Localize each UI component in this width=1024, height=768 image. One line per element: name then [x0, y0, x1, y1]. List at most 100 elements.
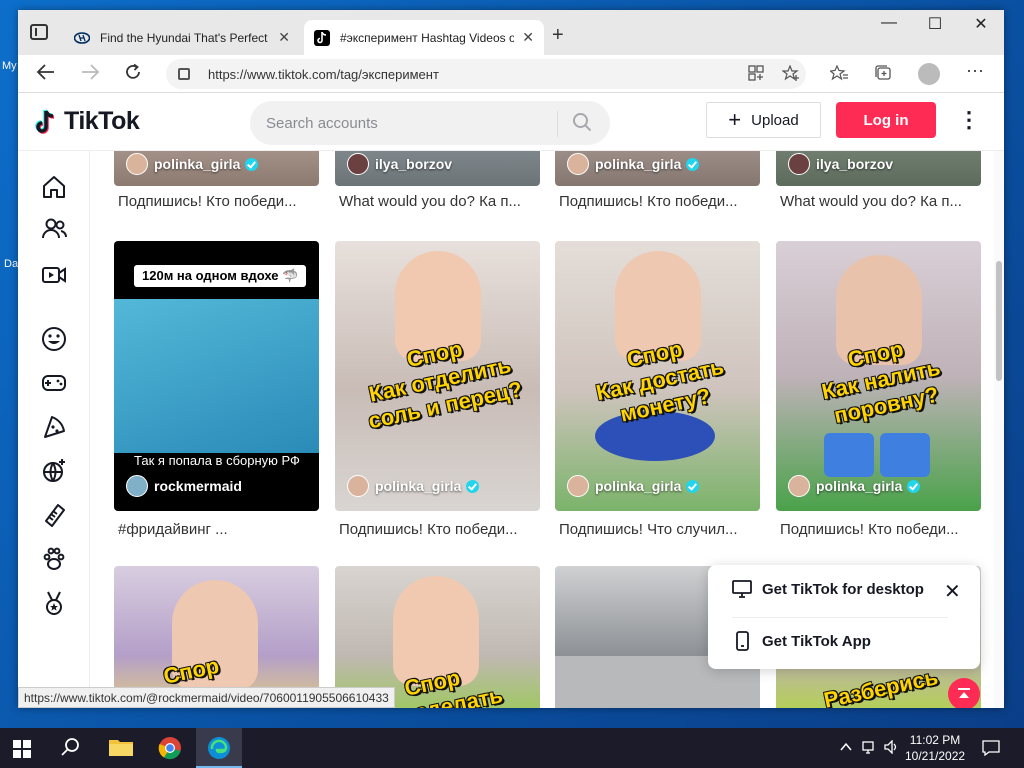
- search-icon[interactable]: [572, 112, 592, 132]
- search-input[interactable]: Search accounts: [250, 101, 610, 145]
- login-button[interactable]: Log in: [836, 102, 936, 138]
- new-tab-button[interactable]: +: [552, 24, 564, 47]
- edge-taskbar-button[interactable]: [196, 728, 242, 768]
- video-author[interactable]: polinka_girla: [126, 153, 259, 175]
- home-icon[interactable]: [40, 173, 68, 201]
- glass-image: [824, 433, 874, 477]
- chrome-icon[interactable]: [158, 736, 184, 762]
- tab-bar: Find the Hyundai That's Perfect F ✕ #экс…: [18, 10, 1004, 55]
- verified-icon: [245, 157, 259, 171]
- video-caption[interactable]: Подпишись! Кто победи...: [780, 521, 980, 538]
- video-author[interactable]: polinka_girla: [567, 475, 700, 497]
- url-field[interactable]: https://www.tiktok.com/tag/эксперимент: [166, 59, 806, 89]
- scrollbar-thumb[interactable]: [996, 261, 1002, 381]
- video-thumbnail[interactable]: Спор Как достать монету? polinka_girla: [555, 241, 760, 511]
- food-icon[interactable]: [40, 413, 68, 441]
- search-icon[interactable]: [60, 736, 86, 762]
- video-thumbnail[interactable]: 120м на одном вдохе 🦈 Так я попала в сбо…: [114, 241, 319, 511]
- clock[interactable]: 11:02 PM 10/21/2022: [905, 732, 965, 764]
- scrollbar[interactable]: [994, 151, 1004, 708]
- browser-window: Find the Hyundai That's Perfect F ✕ #экс…: [18, 10, 1004, 708]
- tab-close-button[interactable]: ✕: [278, 29, 290, 46]
- avatar: [788, 475, 810, 497]
- avatar: [126, 153, 148, 175]
- arrow-up-icon: [958, 688, 970, 698]
- profile-avatar[interactable]: [918, 63, 940, 85]
- video-caption[interactable]: Подпишись! Кто победи...: [118, 193, 318, 210]
- plus-icon: +: [728, 107, 742, 132]
- upload-button[interactable]: + Upload: [706, 102, 821, 138]
- collections-icon[interactable]: [874, 65, 892, 85]
- get-app-label: Get TikTok App: [762, 632, 871, 650]
- video-caption[interactable]: Подпишись! Что случил...: [559, 521, 759, 538]
- comedy-icon[interactable]: [40, 325, 68, 353]
- maximize-button[interactable]: ☐: [912, 14, 958, 34]
- popup-close-button[interactable]: ✕: [944, 579, 961, 604]
- author-name: ilya_borzov: [375, 156, 453, 172]
- live-icon[interactable]: [40, 261, 68, 289]
- video-caption[interactable]: #фридайвинг ...: [118, 521, 318, 538]
- video-author[interactable]: ilya_borzov: [347, 153, 452, 175]
- search-divider: [557, 111, 558, 137]
- video-author[interactable]: rockmermaid: [126, 475, 242, 497]
- video-thumbnail[interactable]: Спор Как отделить соль и перец? polinka_…: [335, 241, 540, 511]
- video-caption[interactable]: What would you do? Ка п...: [339, 193, 539, 210]
- verified-icon: [686, 479, 700, 493]
- animals-icon[interactable]: [40, 545, 68, 573]
- avatar: [567, 153, 589, 175]
- tiktok-favicon-icon: [314, 29, 330, 46]
- favorites-icon[interactable]: [829, 64, 848, 85]
- phone-icon: [732, 631, 752, 651]
- video-author[interactable]: polinka_girla: [788, 475, 921, 497]
- video-author[interactable]: polinka_girla: [567, 153, 700, 175]
- file-explorer-icon[interactable]: [108, 736, 134, 762]
- video-caption[interactable]: Подпишись! Кто победи...: [559, 193, 759, 210]
- tab-actions-icon[interactable]: [30, 24, 48, 40]
- video-caption[interactable]: Подпишись! Кто победи...: [339, 521, 539, 538]
- network-icon[interactable]: [862, 740, 878, 757]
- notification-icon[interactable]: [982, 740, 1000, 759]
- author-name: polinka_girla: [375, 478, 462, 494]
- verified-icon: [466, 479, 480, 493]
- hyundai-favicon-icon: [74, 30, 90, 46]
- tab-title: Find the Hyundai That's Perfect F: [100, 30, 271, 45]
- avatar: [126, 475, 148, 497]
- forward-arrow-icon[interactable]: [80, 63, 100, 86]
- video-caption[interactable]: What would you do? Ка п...: [780, 193, 980, 210]
- lock-icon[interactable]: [178, 68, 190, 80]
- tab-tiktok[interactable]: #эксперимент Hashtag Videos o ✕: [304, 20, 544, 55]
- avatar: [567, 475, 589, 497]
- refresh-icon[interactable]: [124, 63, 142, 86]
- tab-hyundai[interactable]: Find the Hyundai That's Perfect F ✕: [64, 20, 300, 55]
- chevron-up-icon[interactable]: [840, 740, 852, 755]
- windows-start-icon[interactable]: [12, 736, 38, 762]
- back-to-top-button[interactable]: [948, 678, 980, 708]
- video-thumbnail[interactable]: Спор Как налить поровну? polinka_girla: [776, 241, 981, 511]
- app-available-icon[interactable]: [748, 65, 764, 85]
- back-arrow-icon[interactable]: [36, 63, 56, 86]
- beauty-icon[interactable]: [40, 501, 68, 529]
- tiktok-note-icon: [34, 108, 58, 135]
- video-author[interactable]: ilya_borzov: [788, 153, 893, 175]
- gaming-icon[interactable]: [40, 369, 68, 397]
- minimize-button[interactable]: —: [866, 14, 912, 32]
- video-author[interactable]: polinka_girla: [347, 475, 480, 497]
- close-window-button[interactable]: ✕: [958, 14, 1004, 34]
- get-app-link[interactable]: Get TikTok App: [732, 631, 871, 651]
- author-name: rockmermaid: [154, 478, 242, 494]
- desktop-icon-label[interactable]: Da: [4, 258, 18, 270]
- more-options-icon[interactable]: ⋮: [958, 107, 980, 133]
- science-icon[interactable]: [40, 457, 68, 485]
- sidebar: [18, 151, 90, 708]
- logo-text: TikTok: [64, 107, 140, 135]
- tiktok-logo[interactable]: TikTok: [34, 107, 140, 136]
- clock-date: 10/21/2022: [905, 749, 966, 763]
- desktop-icon-label[interactable]: My: [2, 60, 17, 72]
- sports-medal-icon[interactable]: [40, 589, 68, 617]
- add-favorite-icon[interactable]: [781, 64, 800, 85]
- get-desktop-link[interactable]: Get TikTok for desktop: [732, 579, 924, 599]
- settings-more-icon[interactable]: ⋯: [966, 61, 984, 82]
- volume-icon[interactable]: [884, 739, 900, 757]
- following-icon[interactable]: [40, 215, 68, 243]
- tab-close-button[interactable]: ✕: [522, 29, 534, 46]
